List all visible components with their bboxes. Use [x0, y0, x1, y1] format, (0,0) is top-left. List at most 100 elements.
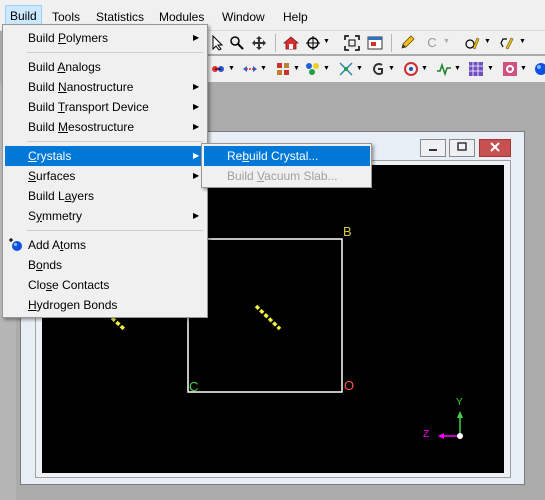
toolbar-separator: [275, 34, 276, 52]
axis-z-arrowhead: [438, 433, 444, 439]
menu-item-build-vacuum-slab: Build Vacuum Slab...: [204, 166, 370, 186]
menu-item-label: Build Transport Device: [28, 100, 149, 114]
menu-build[interactable]: Build: [5, 5, 42, 26]
home-view-icon[interactable]: [282, 35, 300, 51]
menu-item-label: Crystals: [28, 149, 72, 163]
pencil-icon[interactable]: [399, 35, 415, 51]
menu-tools[interactable]: Tools: [52, 9, 80, 25]
submenu-arrow-icon: ▶: [193, 33, 200, 42]
menu-statistics[interactable]: Statistics: [96, 9, 144, 25]
submenu-arrow-icon: ▶: [193, 102, 200, 111]
sketch-atom-icon[interactable]: [464, 35, 480, 51]
window-icon[interactable]: [367, 35, 383, 51]
close-button[interactable]: [479, 139, 511, 157]
menu-item-label: Build Analogs: [28, 60, 101, 74]
menu-item-build-polymers[interactable]: Build Polymers ▶: [5, 28, 205, 48]
build-menu: Build Polymers ▶ Build Analogs Build Nan…: [2, 24, 208, 318]
chevron-down-icon[interactable]: ▼: [323, 65, 330, 72]
menu-item-rebuild-crystal[interactable]: Rebuild Crystal...: [204, 146, 370, 166]
axis-y-arrowhead: [457, 411, 463, 418]
menu-item-label: Build Vacuum Slab...: [227, 169, 338, 183]
axis-y-label: Y: [456, 397, 463, 408]
molecule-chain-center: [254, 304, 282, 331]
menu-separator: [27, 141, 203, 142]
menu-item-label: Build Polymers: [28, 31, 109, 45]
chevron-down-icon[interactable]: ▼: [520, 65, 527, 72]
blue-sphere-icon[interactable]: [533, 61, 545, 77]
chevron-down-icon[interactable]: ▼: [356, 65, 363, 72]
menu-item-hydrogen-bonds[interactable]: Hydrogen Bonds: [5, 295, 205, 315]
colors-icon[interactable]: [305, 61, 321, 77]
chevron-down-icon[interactable]: ▼: [323, 38, 330, 45]
maximize-button[interactable]: [449, 139, 475, 157]
fit-screen-icon[interactable]: [344, 35, 360, 51]
submenu-arrow-icon: ▶: [193, 211, 200, 220]
dropdown-g-icon[interactable]: [370, 61, 386, 77]
menu-item-label: Symmetry: [28, 209, 83, 223]
menu-item-build-mesostructure[interactable]: Build Mesostructure ▶: [5, 117, 205, 137]
menu-item-label: Build Nanostructure: [28, 80, 134, 94]
lattice-icon[interactable]: [275, 61, 291, 77]
menu-item-label: Close Contacts: [28, 278, 110, 292]
display-style-icon[interactable]: [210, 61, 226, 77]
menu-item-label: Build Mesostructure: [28, 120, 135, 134]
chevron-down-icon[interactable]: ▼: [388, 65, 395, 72]
menu-item-label: Hydrogen Bonds: [28, 298, 118, 312]
menu-item-crystals[interactable]: Crystals ▶: [5, 146, 205, 166]
axis-z-label: Z: [423, 429, 430, 440]
toolbar-row2: ▼ ▼ ▼ ▼ ▼ ▼ ▼ ▼ ▼ ▼: [207, 56, 545, 82]
submenu-arrow-icon: ▶: [193, 82, 200, 91]
menu-item-surfaces[interactable]: Surfaces ▶: [5, 166, 205, 186]
submenu-arrow-icon: ▶: [193, 122, 200, 131]
chevron-down-icon[interactable]: ▼: [487, 65, 494, 72]
menu-item-build-transport-device[interactable]: Build Transport Device ▶: [5, 97, 205, 117]
chevron-down-icon[interactable]: ▼: [519, 38, 526, 45]
menu-item-label: Surfaces: [28, 169, 76, 183]
chevron-down-icon[interactable]: ▼: [228, 65, 235, 72]
menu-item-bonds[interactable]: Bonds: [5, 255, 205, 275]
minimize-button[interactable]: [420, 139, 446, 157]
chevron-down-icon[interactable]: ▼: [484, 38, 491, 45]
center-target-icon[interactable]: [305, 35, 321, 51]
chevron-down-icon[interactable]: ▼: [260, 65, 267, 72]
cell-label-b: B: [343, 224, 352, 239]
cell-label-c: C: [189, 379, 199, 394]
submenu-arrow-icon: ▶: [193, 151, 200, 160]
toolbar-separator: [391, 34, 392, 52]
menu-item-label: Add Atoms: [28, 238, 87, 252]
chevron-down-icon[interactable]: ▼: [443, 38, 450, 45]
chevron-down-icon[interactable]: ▼: [421, 65, 428, 72]
arrow-cursor-icon[interactable]: [210, 34, 226, 51]
molecule-chain-left: [110, 316, 126, 331]
settings-icon[interactable]: [502, 61, 518, 77]
carbon-element-icon[interactable]: C: [424, 35, 440, 51]
chevron-down-icon[interactable]: ▼: [293, 65, 300, 72]
submenu-arrow-icon: ▶: [193, 171, 200, 180]
menu-item-build-layers[interactable]: Build Layers: [5, 186, 205, 206]
menu-window[interactable]: Window: [222, 9, 265, 25]
menu-item-build-nanostructure[interactable]: Build Nanostructure ▶: [5, 77, 205, 97]
symmetry-icon[interactable]: [338, 61, 354, 77]
menu-item-build-analogs[interactable]: Build Analogs: [5, 57, 205, 77]
grid-icon[interactable]: [468, 61, 484, 77]
chevron-down-icon[interactable]: ▼: [454, 65, 461, 72]
crystals-submenu: Rebuild Crystal... Build Vacuum Slab...: [201, 143, 372, 188]
sketch-ring-icon[interactable]: [499, 35, 515, 51]
menu-item-label: Bonds: [28, 258, 63, 272]
pan-move-icon[interactable]: [251, 35, 267, 51]
menu-item-symmetry[interactable]: Symmetry ▶: [5, 206, 205, 226]
toolbar-row1: ▼ C ▼ ▼ ▼: [207, 31, 545, 54]
target-icon[interactable]: [403, 61, 419, 77]
menu-separator: [27, 52, 203, 53]
menu-item-add-atoms[interactable]: Add Atoms: [5, 235, 205, 255]
menu-item-close-contacts[interactable]: Close Contacts: [5, 275, 205, 295]
menu-help[interactable]: Help: [283, 9, 308, 25]
magnify-icon[interactable]: [229, 35, 245, 51]
menu-modules[interactable]: Modules: [159, 9, 204, 25]
add-atom-icon: [8, 237, 24, 256]
menu-item-label: Build Layers: [28, 189, 95, 203]
menu-item-label: Rebuild Crystal...: [227, 149, 319, 163]
measure-icon[interactable]: [242, 61, 258, 77]
pulse-icon[interactable]: [436, 61, 452, 77]
cell-label-o: O: [344, 378, 355, 393]
